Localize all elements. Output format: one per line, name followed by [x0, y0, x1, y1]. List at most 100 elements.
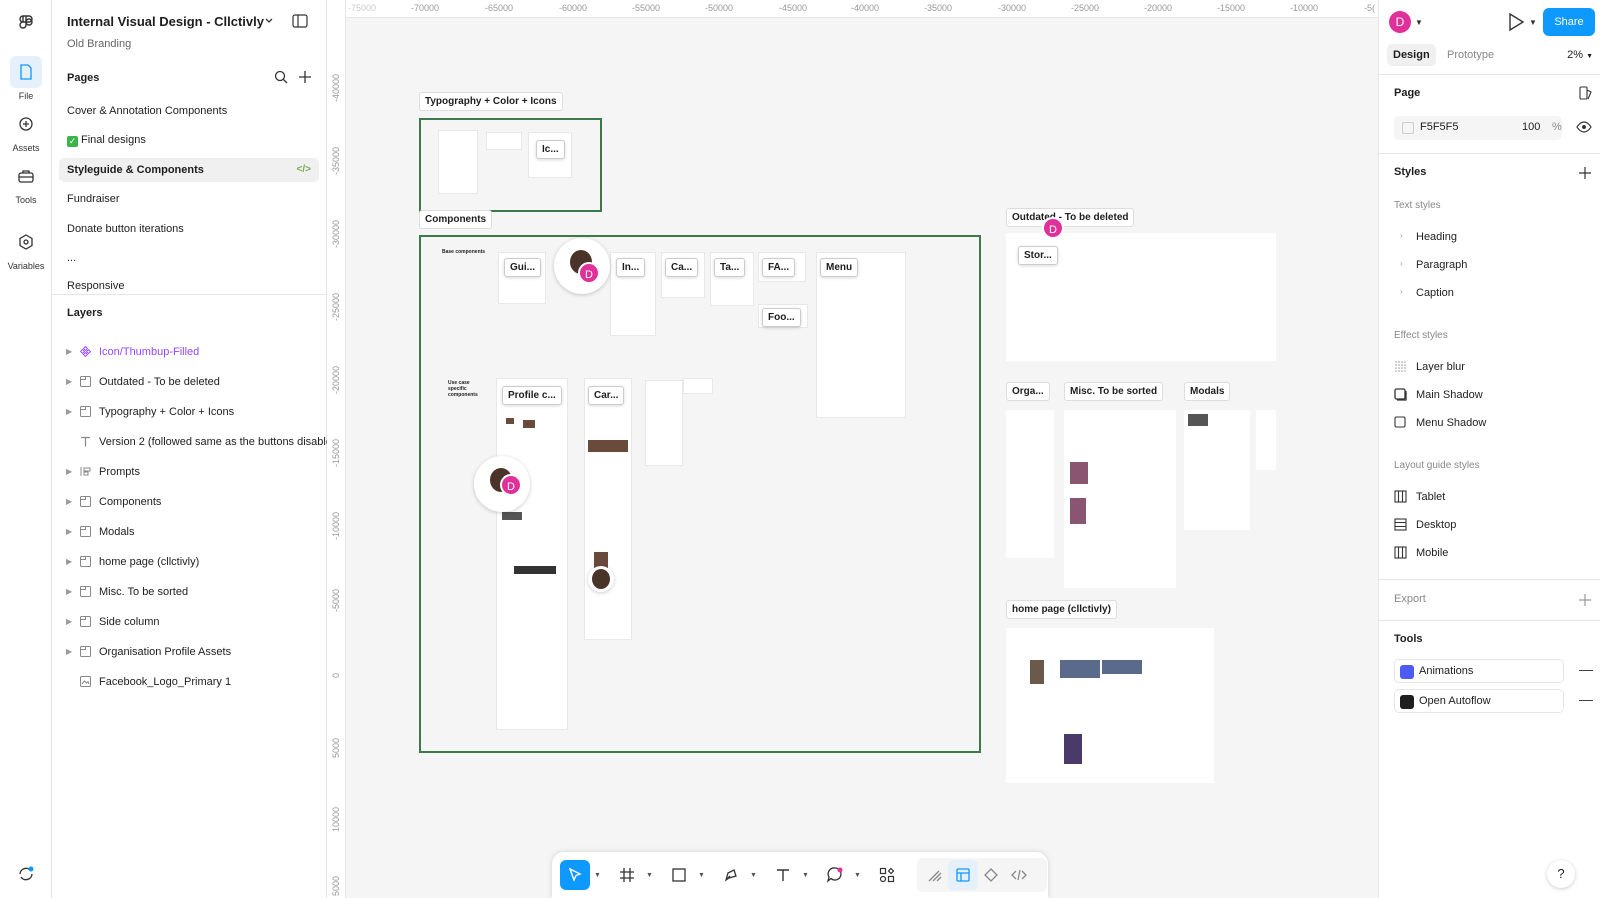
section-label-modals[interactable]: Modals: [1184, 382, 1231, 401]
frame-tag[interactable]: Ta...: [714, 258, 746, 277]
styles-library-icon[interactable]: [1579, 86, 1593, 100]
plugin-animations[interactable]: Animations: [1394, 659, 1564, 683]
page-item[interactable]: Responsive: [59, 276, 319, 293]
layer-row[interactable]: ▶ Icon/Thumbup-Filled: [52, 340, 327, 364]
draw-mode-button[interactable]: [920, 860, 950, 890]
color-swatch[interactable]: [1402, 122, 1414, 134]
page-item[interactable]: ...: [59, 246, 319, 270]
chevron-right-icon[interactable]: ▶: [66, 550, 72, 574]
chevron-down-icon[interactable]: ▼: [1529, 18, 1537, 27]
frame-thumbnail[interactable]: [1256, 410, 1276, 470]
user-avatar[interactable]: D: [1389, 11, 1411, 33]
dev-mode-button[interactable]: [1004, 860, 1034, 890]
page-item[interactable]: Cover & Annotation Components: [59, 99, 319, 123]
remove-plugin-icon[interactable]: —: [1579, 661, 1593, 677]
actions-tool-button[interactable]: [872, 860, 902, 890]
frame-tag[interactable]: Ic...: [536, 140, 565, 159]
figma-logo-icon[interactable]: [16, 12, 36, 32]
frame-tag[interactable]: Profile c...: [502, 386, 562, 405]
user-avatar-badge[interactable]: D: [578, 262, 600, 284]
frame-thumbnail[interactable]: [683, 378, 713, 394]
frame-tag[interactable]: In...: [616, 258, 646, 277]
fill-hex-value[interactable]: F5F5F5: [1420, 121, 1459, 133]
section-label-typography[interactable]: Typography + Color + Icons: [419, 92, 563, 111]
search-icon[interactable]: [274, 70, 288, 84]
section-label-home[interactable]: home page (cllctivly): [1006, 600, 1117, 619]
layer-row[interactable]: ▶ Outdated - To be deleted: [52, 370, 327, 394]
frame-tag[interactable]: Gui...: [504, 258, 541, 277]
rail-assets-button[interactable]: Assets: [6, 108, 46, 153]
rail-file-button[interactable]: File: [6, 56, 46, 101]
layer-row[interactable]: ▶ Typography + Color + Icons: [52, 400, 327, 424]
frame-thumbnail[interactable]: [584, 378, 632, 640]
layer-row[interactable]: ▶ Organisation Profile Assets: [52, 640, 327, 664]
chevron-down-icon[interactable]: ▼: [802, 872, 809, 879]
chevron-down-icon[interactable]: ▼: [698, 872, 705, 879]
chevron-down-icon[interactable]: ▼: [646, 872, 653, 879]
add-export-icon[interactable]: [1579, 594, 1591, 606]
tab-design[interactable]: Design: [1387, 44, 1436, 66]
page-fill-field[interactable]: F5F5F5 100 %: [1394, 116, 1562, 140]
frame-tag[interactable]: Car...: [588, 386, 625, 405]
divider[interactable]: [52, 294, 327, 295]
tab-prototype[interactable]: Prototype: [1441, 44, 1500, 66]
play-icon[interactable]: [1507, 12, 1525, 32]
chevron-right-icon[interactable]: ▶: [66, 580, 72, 604]
section-home[interactable]: [1006, 628, 1214, 783]
layer-row[interactable]: ▶ Misc. To be sorted: [52, 580, 327, 604]
text-tool-button[interactable]: [768, 860, 798, 890]
file-title[interactable]: Internal Visual Design - Cllctivly: [67, 14, 264, 29]
chevron-down-icon[interactable]: ▼: [1415, 18, 1423, 27]
chevron-right-icon[interactable]: ▶: [66, 460, 72, 484]
fill-opacity-value[interactable]: 100: [1522, 121, 1540, 133]
help-button[interactable]: ?: [1547, 860, 1575, 888]
chevron-right-icon[interactable]: ▶: [66, 610, 72, 634]
sync-icon[interactable]: [16, 864, 36, 884]
user-avatar-badge[interactable]: D: [500, 474, 522, 496]
design-canvas[interactable]: -75000 -70000 -65000 -60000 -55000 -5000…: [328, 0, 1378, 898]
layer-row[interactable]: ▶ Components: [52, 490, 327, 514]
chevron-right-icon[interactable]: ▶: [66, 370, 72, 394]
chevron-down-icon[interactable]: ▼: [854, 872, 861, 879]
layer-row[interactable]: ▶ home page (cllctivly): [52, 550, 327, 574]
chevron-down-icon[interactable]: ▼: [594, 872, 601, 879]
section-modals[interactable]: [1184, 410, 1250, 530]
chevron-right-icon[interactable]: ▶: [66, 490, 72, 514]
collaborator-avatar[interactable]: [588, 566, 614, 592]
chevron-down-icon[interactable]: [264, 16, 274, 26]
design-mode-button[interactable]: [948, 860, 978, 890]
frame-tag[interactable]: Foo...: [762, 308, 801, 327]
frame-thumbnail[interactable]: [486, 132, 522, 150]
user-avatar-badge[interactable]: D: [1042, 217, 1064, 239]
layer-row[interactable]: Facebook_Logo_Primary 1: [52, 670, 327, 694]
section-label-orga[interactable]: Orga...: [1006, 382, 1050, 401]
section-orga[interactable]: [1006, 410, 1054, 558]
frame-thumbnail[interactable]: [438, 130, 478, 194]
add-style-icon[interactable]: [1579, 167, 1591, 179]
file-subtitle[interactable]: Old Branding: [67, 38, 131, 50]
page-item-active[interactable]: Styleguide & Components </>: [59, 158, 319, 182]
layer-row[interactable]: Version 2 (followed same as the buttons …: [52, 430, 327, 454]
frame-thumbnail[interactable]: [496, 378, 568, 730]
rail-tools-button[interactable]: Tools: [6, 160, 46, 205]
components-mode-button[interactable]: [976, 860, 1006, 890]
frame-tag[interactable]: Stor...: [1018, 246, 1058, 265]
add-page-icon[interactable]: [298, 70, 312, 84]
plugin-open-autoflow[interactable]: Open Autoflow: [1394, 689, 1564, 713]
section-label-components[interactable]: Components: [419, 210, 493, 229]
move-tool-button[interactable]: [560, 860, 590, 890]
page-item[interactable]: Fundraiser: [59, 187, 319, 211]
shape-tool-button[interactable]: [664, 860, 694, 890]
chevron-right-icon[interactable]: ▶: [66, 520, 72, 544]
comment-tool-button[interactable]: [820, 860, 850, 890]
rail-variables-button[interactable]: Variables: [6, 226, 46, 271]
chevron-right-icon[interactable]: ▶: [66, 340, 72, 364]
page-item[interactable]: ✓ Final designs: [59, 128, 319, 152]
frame-tool-button[interactable]: [612, 860, 642, 890]
share-button[interactable]: Share: [1543, 8, 1595, 36]
remove-plugin-icon[interactable]: —: [1579, 691, 1593, 707]
chevron-down-icon[interactable]: ▼: [750, 872, 757, 879]
layer-row[interactable]: ▶ Modals: [52, 520, 327, 544]
zoom-level[interactable]: 2% ▼: [1567, 44, 1593, 68]
section-label-misc[interactable]: Misc. To be sorted: [1064, 382, 1164, 401]
